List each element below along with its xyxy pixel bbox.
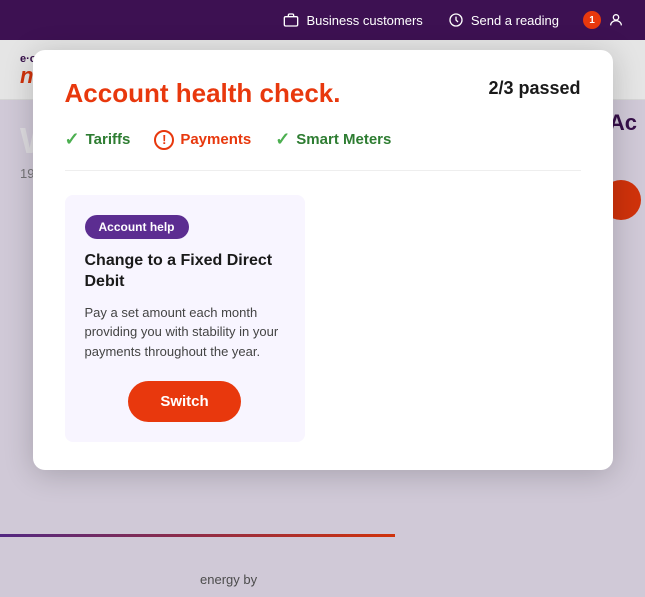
send-reading-link[interactable]: Send a reading <box>447 11 559 29</box>
profile-icon <box>607 11 625 29</box>
modal-overlay: Account health check. 2/3 passed ✓ Tarif… <box>0 40 645 597</box>
briefcase-icon <box>282 11 300 29</box>
business-customers-link[interactable]: Business customers <box>282 11 422 29</box>
card-tag: Account help <box>85 215 189 239</box>
check-tariffs-label: Tariffs <box>86 131 131 148</box>
check-pass-icon-tariffs: ✓ <box>65 129 80 150</box>
modal-checks: ✓ Tariffs ! Payments ✓ Smart Meters <box>65 129 581 171</box>
meter-icon <box>447 11 465 29</box>
check-tariffs: ✓ Tariffs <box>65 129 131 150</box>
modal-header: Account health check. 2/3 passed <box>65 78 581 109</box>
check-smart-meters: ✓ Smart Meters <box>275 129 391 150</box>
health-check-modal: Account health check. 2/3 passed ✓ Tarif… <box>33 50 613 470</box>
check-pass-icon-smart-meters: ✓ <box>275 129 290 150</box>
card-title: Change to a Fixed Direct Debit <box>85 251 285 293</box>
check-smart-meters-label: Smart Meters <box>296 131 391 148</box>
notification-link[interactable]: 1 <box>583 11 625 29</box>
check-payments-label: Payments <box>180 131 251 148</box>
top-bar: Business customers Send a reading 1 <box>0 0 645 40</box>
switch-button[interactable]: Switch <box>128 381 240 422</box>
account-help-card: Account help Change to a Fixed Direct De… <box>65 195 305 442</box>
modal-passed: 2/3 passed <box>488 78 580 99</box>
modal-title: Account health check. <box>65 78 341 109</box>
card-description: Pay a set amount each month providing yo… <box>85 303 285 362</box>
notification-badge: 1 <box>583 11 601 29</box>
send-reading-label: Send a reading <box>471 13 559 28</box>
business-customers-label: Business customers <box>306 13 422 28</box>
check-payments: ! Payments <box>154 130 251 150</box>
check-warn-icon-payments: ! <box>154 130 174 150</box>
